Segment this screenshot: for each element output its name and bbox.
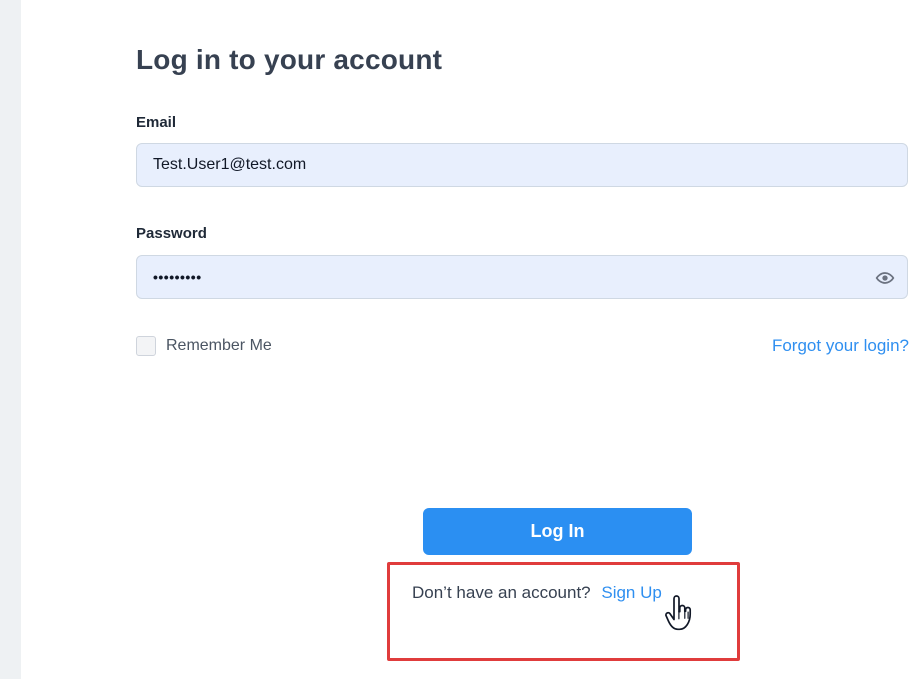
page-title: Log in to your account: [136, 44, 443, 75]
login-page: Log in to your account Email Test.User1@…: [0, 0, 911, 679]
password-field[interactable]: •••••••••: [136, 255, 908, 299]
forgot-login-link[interactable]: Forgot your login?: [772, 336, 909, 356]
hand-cursor-icon: [665, 595, 692, 631]
left-rail: [0, 0, 21, 679]
email-label: Email: [136, 114, 177, 131]
eye-icon[interactable]: [875, 268, 895, 288]
password-label: Password: [136, 225, 207, 242]
remember-me-label: Remember Me: [166, 337, 272, 354]
login-button[interactable]: Log In: [423, 508, 692, 555]
password-value: •••••••••: [153, 269, 202, 285]
email-value: Test.User1@test.com: [153, 156, 307, 173]
remember-me[interactable]: Remember Me: [136, 336, 272, 356]
email-field[interactable]: Test.User1@test.com: [136, 143, 908, 187]
signup-row: Don’t have an account? Sign Up: [412, 583, 662, 603]
signup-link[interactable]: Sign Up: [601, 583, 661, 602]
signup-prompt: Don’t have an account?: [412, 583, 591, 602]
remember-me-checkbox[interactable]: [136, 336, 156, 356]
